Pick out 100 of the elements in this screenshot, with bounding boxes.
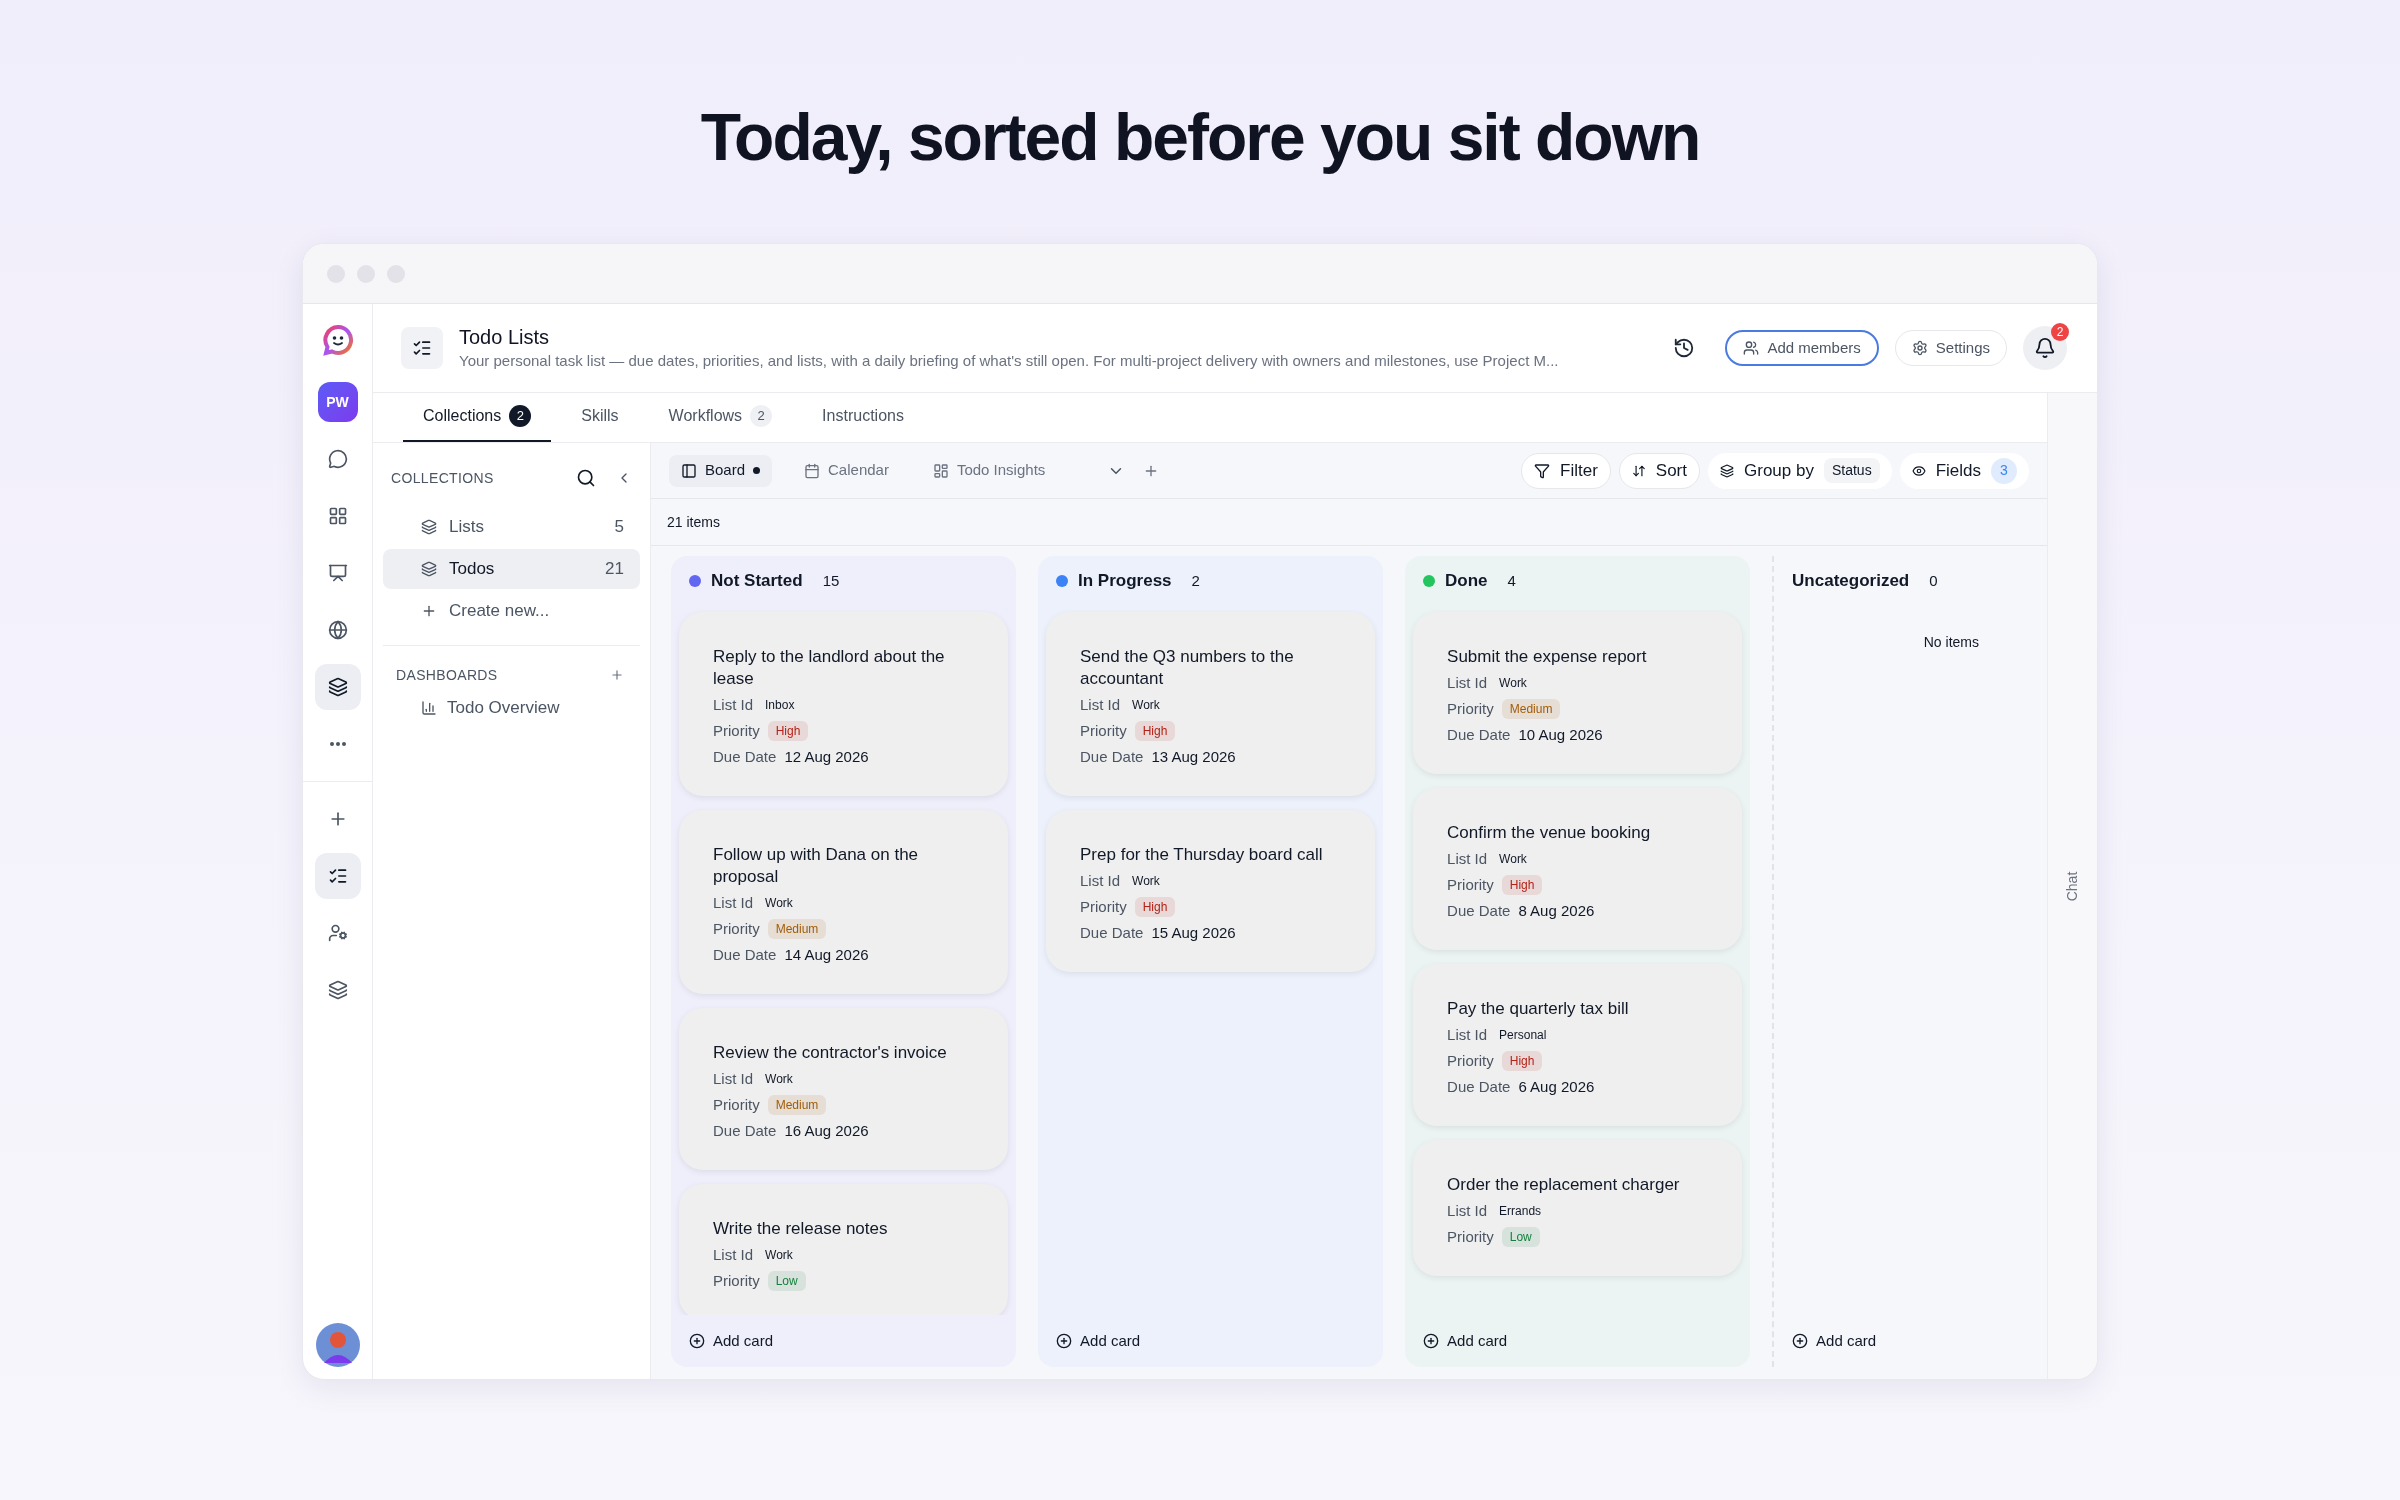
view-tab[interactable]: Board	[669, 454, 773, 487]
add-members-button[interactable]: Add members	[1725, 330, 1879, 366]
field-label: Priority	[1447, 1050, 1494, 1071]
list-tag: Inbox	[761, 696, 799, 714]
task-card[interactable]: Submit the expense report List Id Work Priority Medium Due Date 10 Aug 2026	[1413, 612, 1743, 774]
add-card-button[interactable]: Add card	[1774, 1315, 2027, 1367]
sort-button[interactable]: Sort	[1618, 452, 1700, 489]
history-icon[interactable]	[1673, 337, 1696, 359]
field-label: List Id	[1447, 1024, 1488, 1045]
rail-button[interactable]	[314, 664, 361, 710]
due-date: 6 Aug 2026	[1518, 1076, 1595, 1097]
field-label: List Id	[713, 892, 754, 913]
rail-button[interactable]	[314, 853, 361, 899]
workspace-avatar[interactable]: PW	[317, 382, 358, 422]
priority-tag: Low	[767, 1271, 806, 1291]
task-card[interactable]: Confirm the venue booking List Id Work Priority High Due Date 8 Aug 2026	[1413, 788, 1743, 950]
add-card-button[interactable]: Add card	[1038, 1315, 1384, 1367]
priority-tag: High	[1501, 875, 1543, 895]
tab[interactable]: Collections 2	[403, 392, 552, 442]
notifications-button[interactable]: 2	[2023, 326, 2067, 370]
field-label: Priority	[1080, 896, 1127, 917]
task-card[interactable]: Reply to the landlord about the lease List Id Inbox Priority High Due Date 12 Aug 2026	[679, 612, 1009, 796]
create-new-link[interactable]: Create new...	[383, 591, 640, 631]
chat-strip[interactable]: Chat	[2047, 393, 2097, 1379]
bar-chart-icon	[421, 700, 437, 716]
field-label: Priority	[1080, 720, 1127, 741]
group-by-button[interactable]: Group by Status	[1708, 452, 1892, 489]
layers-icon	[327, 677, 348, 697]
task-card[interactable]: Follow up with Dana on the proposal List Id Work Priority Medium Due Date 14 Aug 2026	[679, 810, 1009, 994]
section-heading: DASHBOARDS	[396, 665, 499, 685]
field-label: List Id	[1447, 848, 1488, 869]
list-tag: Work	[761, 1070, 797, 1088]
view-tab[interactable]: Calendar	[792, 454, 901, 487]
field-label: List Id	[1447, 672, 1488, 693]
task-card[interactable]: Prep for the Thursday board call List Id Work Priority High Due Date 15 Aug 2026	[1046, 810, 1376, 972]
collection-name: Lists	[449, 516, 485, 539]
field-label: List Id	[713, 1244, 754, 1265]
due-date: 15 Aug 2026	[1151, 922, 1236, 943]
column-title: Done	[1445, 570, 1488, 593]
page-title: Todo Lists	[459, 325, 551, 350]
add-card-button[interactable]: Add card	[1405, 1315, 1751, 1367]
collection-item[interactable]: Lists 5	[383, 507, 640, 547]
eye-icon	[1911, 463, 1926, 478]
column-title: In Progress	[1078, 570, 1172, 593]
fields-button[interactable]: Fields 3	[1899, 452, 2029, 489]
search-icon[interactable]	[576, 468, 596, 488]
notification-badge: 2	[2051, 323, 2069, 341]
field-label: Due Date	[713, 1120, 777, 1141]
collection-name: Todos	[449, 558, 496, 581]
priority-tag: Medium	[767, 919, 827, 939]
add-card-button[interactable]: Add card	[671, 1315, 1017, 1367]
tab-count: 2	[509, 405, 532, 427]
fields-count: 3	[1991, 457, 2017, 484]
field-label: List Id	[1447, 1200, 1488, 1221]
due-date: 14 Aug 2026	[784, 944, 869, 965]
field-label: Priority	[713, 1270, 760, 1291]
field-label: Due Date	[1080, 746, 1144, 767]
list-tag: Work	[761, 894, 797, 912]
collection-item[interactable]: Todos 21	[383, 549, 640, 589]
headline: Today, sorted before you sit down	[700, 99, 1700, 176]
field-label: Due Date	[1447, 900, 1511, 921]
task-card[interactable]: Pay the quarterly tax bill List Id Personal Priority High Due Date 6 Aug 2026	[1413, 964, 1743, 1126]
column-count: 15	[822, 570, 840, 591]
item-count: 21 items	[667, 512, 720, 532]
task-card[interactable]: Order the replacement charger List Id Errands Priority Low	[1413, 1140, 1743, 1276]
chat-icon	[327, 449, 348, 469]
column-count: 4	[1507, 570, 1516, 591]
task-card[interactable]: Send the Q3 numbers to the accountant List Id Work Priority High Due Date 13 Aug 2026	[1046, 612, 1376, 796]
grid-icon	[932, 462, 949, 479]
tab[interactable]: Instructions	[802, 392, 924, 442]
plus-circle-icon	[1792, 1333, 1809, 1349]
field-label: Priority	[1447, 874, 1494, 895]
field-label: Due Date	[1080, 922, 1144, 943]
plus-circle-icon	[1056, 1333, 1073, 1349]
task-title: Order the replacement charger	[1447, 1174, 1681, 1196]
page-description: Your personal task list — due dates, priorities, and lists, with a daily briefing of what's still open. For multi-project delivery with owners and milestones, use Project M...	[459, 351, 1559, 371]
plus-circle-icon	[689, 1333, 705, 1349]
person-icon	[327, 923, 348, 943]
list-tag: Work	[1128, 872, 1164, 890]
logo-icon	[321, 324, 354, 356]
layers-icon	[327, 980, 348, 1000]
field-label: List Id	[713, 694, 754, 715]
view-tab[interactable]: Todo Insights	[920, 454, 1058, 487]
checklist-icon	[412, 338, 432, 358]
tab[interactable]: Workflows 2	[648, 392, 793, 442]
user-avatar[interactable]	[315, 1323, 360, 1367]
globe-icon	[327, 620, 348, 640]
layers-icon	[421, 561, 437, 577]
filter-button[interactable]: Filter	[1521, 452, 1611, 489]
dashboard-item[interactable]: Todo Overview	[383, 690, 560, 726]
field-label: Priority	[713, 918, 760, 939]
tab[interactable]: Skills	[561, 392, 639, 442]
task-card[interactable]: Write the release notes List Id Work Priority Low	[679, 1184, 1009, 1315]
grid-icon	[327, 506, 348, 526]
task-card[interactable]: Review the contractor's invoice List Id Work Priority Medium Due Date 16 Aug 2026	[679, 1008, 1009, 1170]
due-date: 12 Aug 2026	[784, 746, 869, 767]
field-label: List Id	[1080, 870, 1121, 891]
column-title: Uncategorized	[1792, 570, 1910, 593]
column-title: Not Started	[711, 570, 803, 593]
group-value: Status	[1823, 458, 1880, 483]
